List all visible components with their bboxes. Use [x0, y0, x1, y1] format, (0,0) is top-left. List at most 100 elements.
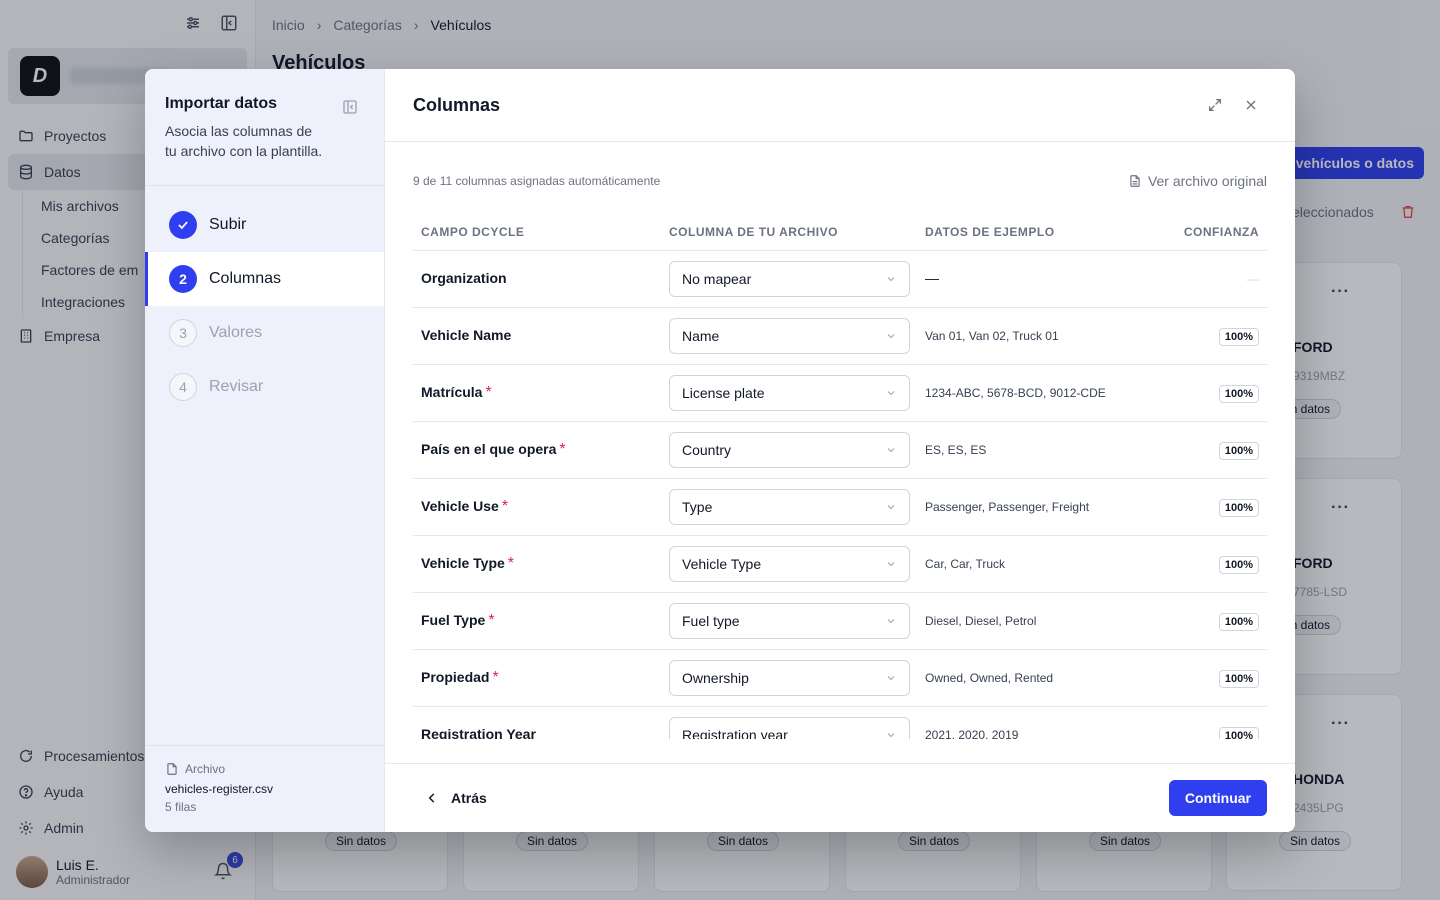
dcycle-field: Registration Year [421, 726, 536, 739]
import-modal: Importar datos Asocia las columnas de tu… [145, 69, 1295, 832]
check-icon [169, 211, 197, 239]
column-select[interactable]: Ownership [669, 660, 910, 696]
chevron-down-icon [887, 676, 895, 681]
file-icon [1130, 175, 1140, 187]
file-icon [167, 763, 177, 775]
dcycle-field: Vehicle Name [421, 327, 512, 343]
collapse-panel-icon[interactable] [342, 99, 358, 115]
file-rows: 5 filas [165, 800, 197, 814]
table-header: CAMPO DCYCLE COLUMNA DE TU ARCHIVO DATOS… [413, 214, 1267, 251]
select-value: Vehicle Type [682, 556, 762, 572]
column-select[interactable]: Type [669, 489, 910, 525]
sample-data: Diesel, Diesel, Petrol [925, 614, 1037, 628]
required-marker: * [559, 441, 566, 458]
dcycle-field: Propiedad [421, 669, 490, 685]
confidence-badge: 100% [1218, 384, 1259, 403]
confidence-badge: 100% [1218, 669, 1259, 688]
modal-title: Columnas [413, 94, 501, 115]
select-value: No mapear [682, 271, 752, 287]
select-value: Country [682, 442, 732, 458]
step-columnas[interactable]: 2 Columnas [145, 252, 384, 306]
chevron-down-icon [887, 277, 895, 282]
step-label: Revisar [209, 378, 264, 395]
step-number: 2 [169, 265, 197, 293]
columns-panel: Columnas 9 de 11 columnas asignadas auto… [385, 69, 1295, 832]
dcycle-field: Vehicle Type [421, 555, 505, 571]
column-select[interactable]: Registration year [669, 717, 910, 739]
close-icon[interactable] [1243, 97, 1259, 113]
header-campo: CAMPO DCYCLE [421, 225, 525, 239]
required-marker: * [485, 384, 492, 401]
step-label: Subir [209, 216, 247, 233]
chevron-down-icon [887, 505, 895, 510]
sample-data: 2021, 2020, 2019 [925, 728, 1019, 739]
step-valores[interactable]: 3 Valores [145, 306, 384, 360]
column-select[interactable]: Fuel type [669, 603, 910, 639]
table-row: Propiedad * Ownership Owned, Owned, Rented 1… [413, 650, 1267, 707]
header-columna: COLUMNA DE TU ARCHIVO [669, 225, 838, 239]
table-row: Registration Year Registration year 2021, … [413, 707, 1267, 739]
column-select[interactable]: No mapear [669, 261, 910, 297]
dcycle-field: Fuel Type [421, 612, 486, 628]
chevron-down-icon [887, 562, 895, 567]
step-label: Valores [209, 324, 263, 341]
expand-icon[interactable] [1207, 97, 1223, 113]
header-datos: DATOS DE EJEMPLO [925, 225, 1055, 239]
view-original-label: Ver archivo original [1147, 173, 1267, 189]
dcycle-field: País en el que opera [421, 441, 557, 457]
step-subir[interactable]: Subir [145, 198, 384, 252]
sample-data: Van 01, Van 02, Truck 01 [925, 329, 1059, 343]
auto-mapped-summary: 9 de 11 columnas asignadas automáticamen… [413, 174, 661, 188]
back-label: Atrás [451, 790, 487, 806]
chevron-down-icon [887, 448, 895, 453]
back-button[interactable]: Atrás [425, 790, 487, 806]
select-value: Fuel type [682, 613, 740, 629]
steps-title: Importar datos [165, 95, 278, 112]
dcycle-field: Organization [421, 270, 507, 286]
select-value: License plate [682, 385, 765, 401]
required-marker: * [488, 612, 495, 629]
table-row: Vehicle Type * Vehicle Type Car, Car, Truck… [413, 536, 1267, 593]
dcycle-field: Matrícula [421, 384, 483, 400]
chevron-down-icon [887, 619, 895, 624]
file-info: Archivo vehicles-register.csv 5 filas [145, 745, 384, 832]
column-mapping-table: CAMPO DCYCLE COLUMNA DE TU ARCHIVO DATOS… [413, 214, 1267, 739]
column-select[interactable]: License plate [669, 375, 910, 411]
table-row: Fuel Type * Fuel type Diesel, Diesel, Petro… [413, 593, 1267, 650]
select-value: Registration year [682, 727, 788, 739]
import-steps-panel: Importar datos Asocia las columnas de tu… [145, 69, 385, 832]
chevron-down-icon [887, 391, 895, 396]
step-number: 4 [169, 373, 197, 401]
chevron-left-icon [428, 793, 435, 803]
view-original-file-link[interactable]: Ver archivo original [1128, 173, 1267, 189]
table-row: País en el que opera * Country ES, ES, ES 10… [413, 422, 1267, 479]
confidence-badge: 100% [1218, 612, 1259, 631]
sample-data: — [925, 270, 939, 286]
select-value: Name [682, 328, 720, 344]
continue-button[interactable]: Continuar [1168, 780, 1267, 816]
table-row: Matrícula * License plate 1234-ABC, 5678-BC… [413, 365, 1267, 422]
step-revisar[interactable]: 4 Revisar [145, 360, 384, 414]
table-row: Vehicle Name Name Van 01, Van 02, Truck 01… [413, 308, 1267, 365]
select-value: Type [682, 499, 713, 515]
sample-data: Passenger, Passenger, Freight [925, 500, 1090, 514]
column-select[interactable]: Country [669, 432, 910, 468]
required-marker: * [507, 555, 515, 572]
step-label: Columnas [209, 270, 282, 287]
steps-description: Asocia las columnas de tu archivo con la… [165, 123, 323, 159]
confidence-badge: 100% [1218, 498, 1259, 517]
confidence-badge: 100% [1218, 555, 1259, 574]
dcycle-field: Vehicle Use [421, 498, 499, 514]
table-body: Organization No mapear — — Vehicle Name Name V… [413, 251, 1267, 739]
column-select[interactable]: Vehicle Type [669, 546, 910, 582]
chevron-down-icon [887, 733, 895, 738]
step-number: 3 [169, 319, 197, 347]
confidence-badge: 100% [1218, 726, 1259, 739]
column-select[interactable]: Name [669, 318, 910, 354]
file-name: vehicles-register.csv [165, 782, 274, 796]
sample-data: Owned, Owned, Rented [925, 671, 1054, 685]
header-confianza: CONFIANZA [1183, 225, 1259, 239]
select-value: Ownership [682, 670, 749, 686]
modal-footer: Atrás Continuar [385, 763, 1295, 832]
confidence-badge: — [1247, 272, 1259, 286]
